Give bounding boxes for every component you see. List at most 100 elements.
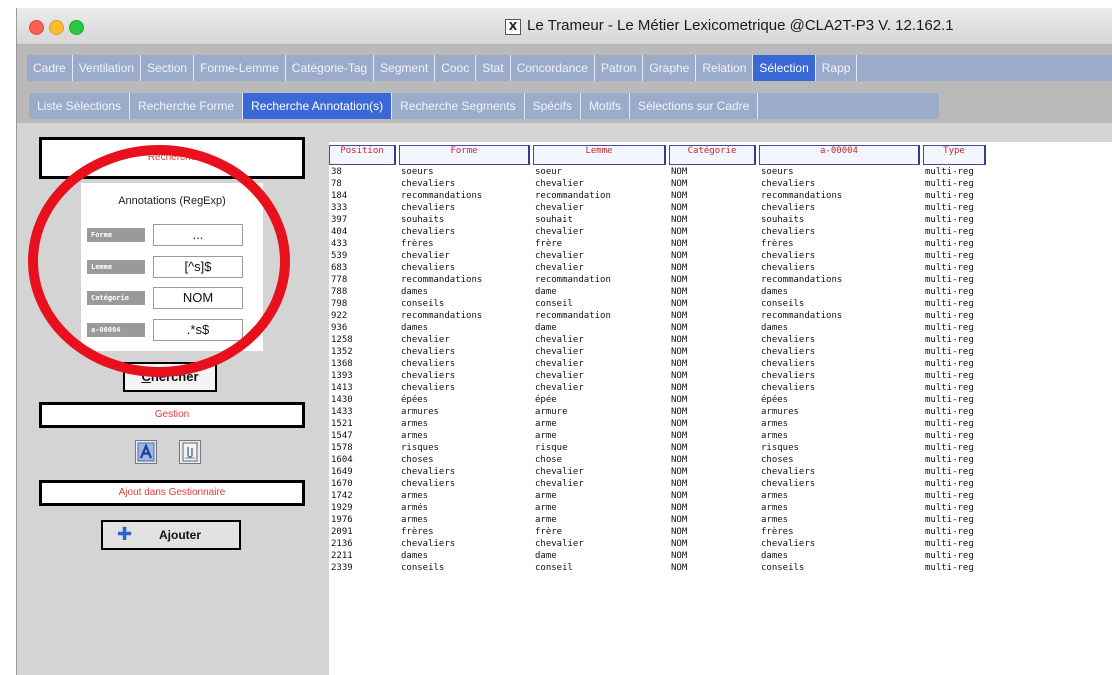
table-row[interactable]: 1547 armes arme NOM armes multi-reg [329,430,1112,442]
a00004-input[interactable]: .*s$ [153,319,243,341]
table-row[interactable]: 1742 armes arme NOM armes multi-reg [329,490,1112,502]
table-row[interactable]: 1976 armes arme NOM armes multi-reg [329,514,1112,526]
table-row[interactable]: 404 chevaliers chevalier NOM chevaliers multi… [329,226,1112,238]
tab-relation[interactable]: Relation [696,55,754,81]
tab-stat[interactable]: Stat [476,55,511,81]
ajouter-button[interactable]: ✚ Ajouter [101,520,241,550]
table-row[interactable]: 1670 chevaliers chevalier NOM chevaliers mult… [329,478,1112,490]
tab-forme-lemme[interactable]: Forme-Lemme [194,55,286,81]
text-a-icon-button[interactable] [135,440,157,464]
results-table-area[interactable]: Position Forme Lemme Catégorie a-00004 Type 3… [329,142,1112,675]
table-row[interactable]: 1578 risques risque NOM risques multi-reg [329,442,1112,454]
tab-rapp[interactable]: Rapp [816,55,858,81]
table-row[interactable]: 397 souhaits souhait NOM souhaits multi-reg [329,214,1112,226]
subtab-4[interactable]: Spécifs [525,93,581,119]
categorie-input[interactable]: NOM [153,287,243,309]
table-row[interactable]: 78 chevaliers chevalier NOM chevaliers multi-… [329,178,1112,190]
table-body: 38 soeurs soeur NOM soeurs multi-reg 78 chevali… [329,166,1112,574]
table-row[interactable]: 539 chevalier chevalier NOM chevaliers multi-… [329,250,1112,262]
title-bar: X Le Trameur - Le Métier Lexicometrique … [17,8,1112,45]
table-cell: multi-reg [925,491,974,501]
table-cell: 683 [331,263,348,273]
table-row[interactable]: 798 conseils conseil NOM conseils multi-reg [329,298,1112,310]
table-row[interactable]: 1521 armes arme NOM armes multi-reg [329,418,1112,430]
column-header-label[interactable]: Position [329,145,396,165]
tab-graphe[interactable]: Graphe [643,55,697,81]
table-row[interactable]: 1430 épées épée NOM épées multi-reg [329,394,1112,406]
zoom-button[interactable] [69,20,84,35]
table-row[interactable]: 2091 frères frère NOM frères multi-reg [329,526,1112,538]
tab-cooc[interactable]: Cooc [435,55,477,81]
table-row[interactable]: 2211 dames dame NOM dames multi-reg [329,550,1112,562]
table-row[interactable]: 1352 chevaliers chevalier NOM chevaliers mult… [329,346,1112,358]
table-row[interactable]: 333 chevaliers chevalier NOM chevaliers multi… [329,202,1112,214]
column-header-label[interactable]: Forme [399,145,530,165]
subtab-1[interactable]: Recherche Forme [130,93,244,119]
table-cell: 184 [331,191,348,201]
forme-input[interactable]: ... [153,224,243,246]
table-cell: armes [401,515,429,525]
table-cell: armures [761,407,799,417]
lemme-input[interactable]: [^s]$ [153,256,243,278]
table-row[interactable]: 1258 chevalier chevalier NOM chevaliers multi… [329,334,1112,346]
table-row[interactable]: 1649 chevaliers chevalier NOM chevaliers mult… [329,466,1112,478]
tab-concordance[interactable]: Concordance [511,55,595,81]
table-cell: NOM [671,323,688,333]
table-cell: dames [401,551,429,561]
table-cell: chevaliers [401,479,456,489]
table-cell: multi-reg [925,215,974,225]
subtab-0[interactable]: Liste Sélections [29,93,131,119]
table-row[interactable]: 1929 armés arme NOM armes multi-reg [329,502,1112,514]
table-row[interactable]: 778 recommandations recommandation NOM recom… [329,274,1112,286]
chercher-button[interactable]: Chercher [123,362,217,392]
table-cell: frère [535,527,563,537]
table-row[interactable]: 1604 choses chose NOM choses multi-reg [329,454,1112,466]
table-cell: dames [761,323,789,333]
tab-cadre[interactable]: Cadre [27,55,73,81]
table-cell: 2136 [331,539,353,549]
table-row[interactable]: 922 recommandations recommandation NOM recom… [329,310,1112,322]
minimize-button[interactable] [49,20,64,35]
table-cell: 1742 [331,491,353,501]
table-cell: 2339 [331,563,353,573]
table-row[interactable]: 184 recommandations recommandation NOM recom… [329,190,1112,202]
subtab-6[interactable]: Sélections sur Cadre [630,93,759,119]
table-row[interactable]: 1368 chevaliers chevalier NOM chevaliers mult… [329,358,1112,370]
tab-catégorie-tag[interactable]: Catégorie-Tag [286,55,375,81]
table-row[interactable]: 683 chevaliers chevalier NOM chevaliers multi… [329,262,1112,274]
table-row[interactable]: 936 dames dame NOM dames multi-reg [329,322,1112,334]
table-row[interactable]: 2339 conseils conseil NOM conseils multi-reg [329,562,1112,574]
table-cell: NOM [671,539,688,549]
table-cell: recommandations [761,191,843,201]
table-row[interactable]: 1393 chevaliers chevalier NOM chevaliers mult… [329,370,1112,382]
ajouter-label: Ajouter [159,528,201,542]
table-row[interactable]: 2136 chevaliers chevalier NOM chevaliers mult… [329,538,1112,550]
column-header-label[interactable]: a-00004 [759,145,920,165]
table-row[interactable]: 433 frères frère NOM frères multi-reg [329,238,1112,250]
table-cell: multi-reg [925,275,974,285]
tab-sélection[interactable]: Sélection [753,55,816,81]
subtab-3[interactable]: Recherche Segments [392,93,525,119]
table-cell: multi-reg [925,383,974,393]
tab-ventilation[interactable]: Ventilation [73,55,142,81]
table-row[interactable]: 1433 armures armure NOM armures multi-reg [329,406,1112,418]
table-row[interactable]: 38 soeurs soeur NOM soeurs multi-reg [329,166,1112,178]
tab-segment[interactable]: Segment [374,55,436,81]
table-cell: frères [761,239,794,249]
subtab-2[interactable]: Recherche Annotation(s) [243,93,393,119]
table-row[interactable]: 1413 chevaliers chevalier NOM chevaliers mult… [329,382,1112,394]
column-header-label[interactable]: Lemme [533,145,666,165]
document-clip-icon-button[interactable] [179,440,201,464]
tab-section[interactable]: Section [141,55,195,81]
close-button[interactable] [29,20,44,35]
table-cell: armes [761,431,789,441]
subtab-5[interactable]: Motifs [581,93,630,119]
tab-patron[interactable]: Patron [595,55,644,81]
table-cell: 333 [331,203,348,213]
table-row[interactable]: 788 dames dame NOM dames multi-reg [329,286,1112,298]
column-header-label[interactable]: Catégorie [669,145,756,165]
table-cell: NOM [671,179,688,189]
column-header-label[interactable]: Type [923,145,986,165]
table-cell: NOM [671,287,688,297]
table-cell: chevalier [535,467,584,477]
